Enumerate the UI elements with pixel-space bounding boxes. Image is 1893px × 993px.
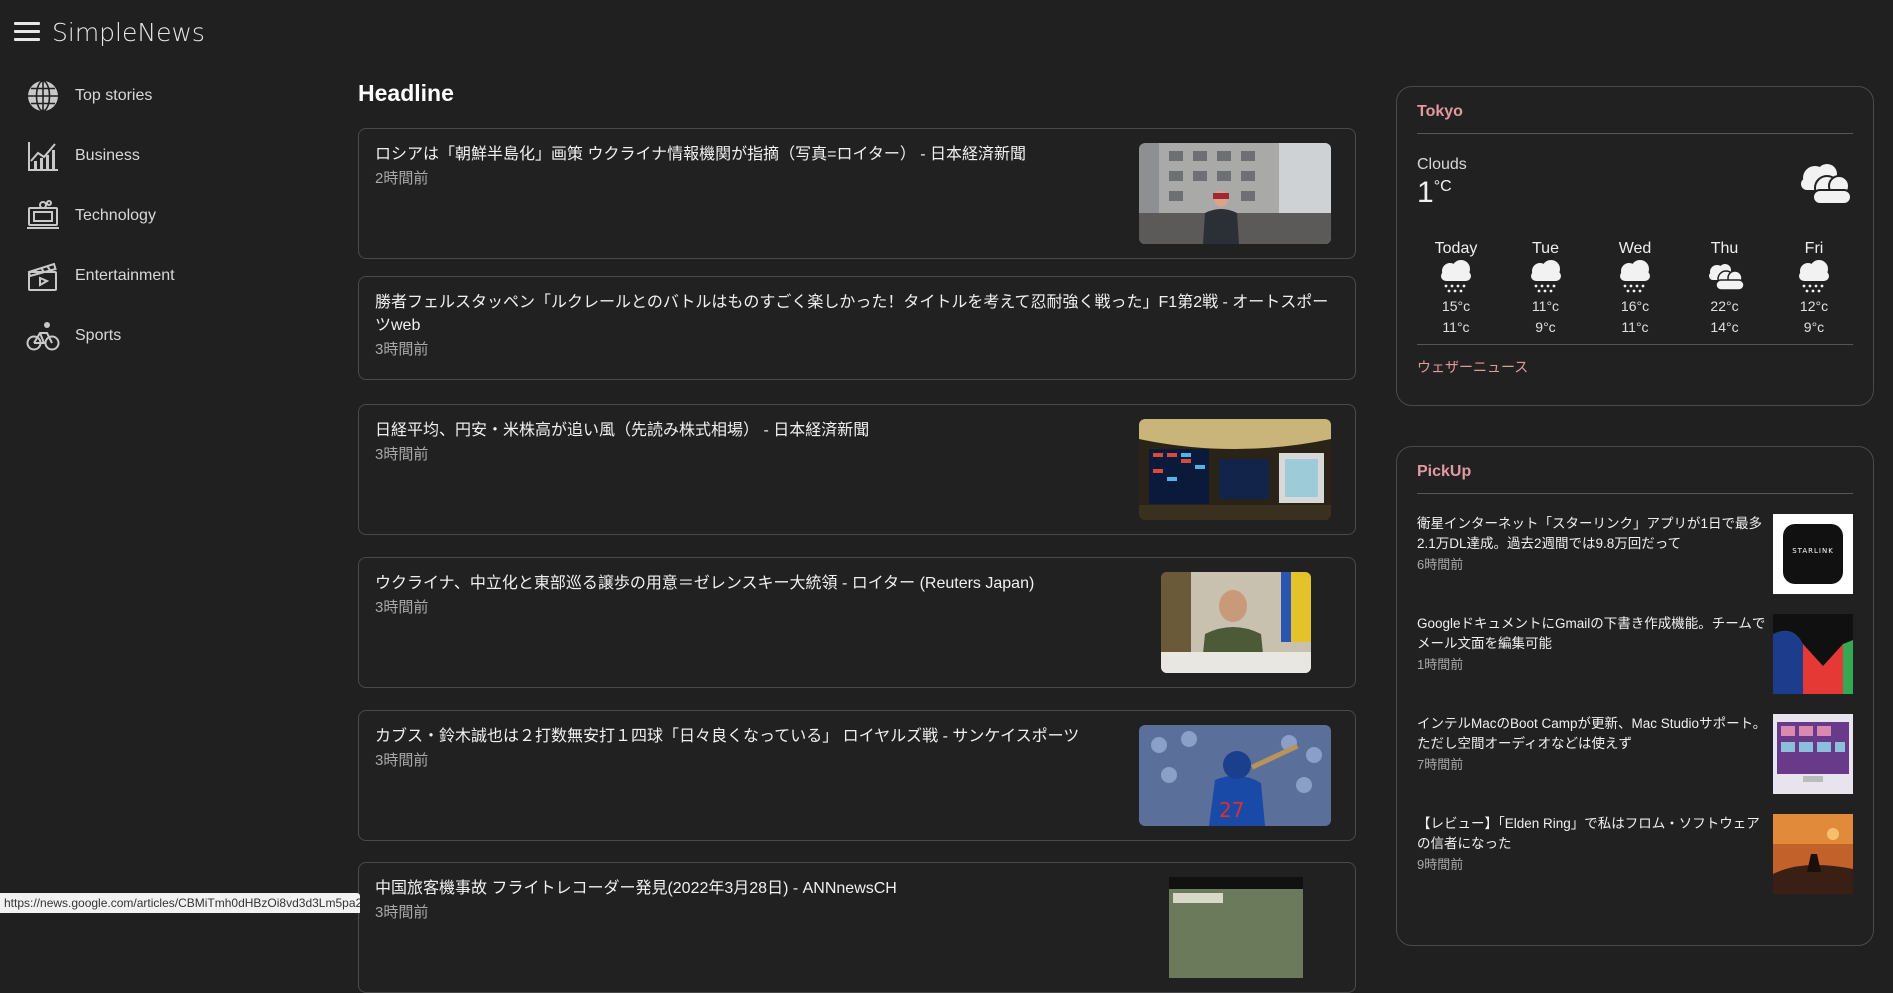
pickup-thumbnail (1773, 814, 1853, 894)
forecast-high: 15°c (1441, 298, 1471, 314)
news-title: 勝者フェルスタッペン「ルクレールとのバトルはものすごく楽しかった！タイトルを考え… (375, 294, 1329, 334)
news-time: 3時間前 (375, 904, 429, 921)
pickup-item-time: 9時間前 (1417, 857, 1464, 872)
news-thumbnail (1139, 143, 1331, 244)
sidebar-item-business[interactable]: Business (0, 126, 330, 186)
snow-icon (1600, 258, 1670, 296)
weather-source-link[interactable]: ウェザーニュース (1417, 344, 1853, 387)
sidebar: Top stories Business Technology Entertai… (0, 66, 330, 366)
news-time: 3時間前 (375, 341, 429, 358)
forecast-low: 11°c (1621, 319, 1649, 335)
weather-forecast: Today 15°c 11°c Tue 11°c 9°c Wed 16°c 11… (1417, 240, 1853, 338)
news-time: 3時間前 (375, 446, 429, 463)
news-thumbnail (1139, 419, 1331, 520)
clouds-icon (1793, 160, 1853, 214)
forecast-day: Tue 11°c 9°c (1511, 240, 1581, 338)
sidebar-item-label: Business (75, 147, 140, 164)
news-title: ウクライナ、中立化と東部巡る譲歩の用意＝ゼレンスキー大統領 - ロイター (Re… (375, 575, 1035, 592)
starlink-logo-text: STARLINK (1792, 547, 1834, 555)
weather-widget: Tokyo Clouds 1°C Today 15°c 11°c Tue 11°… (1396, 86, 1874, 406)
pickup-item-title: GoogleドキュメントにGmailの下書き作成機能。チームでメール文面を編集可… (1417, 616, 1766, 651)
weather-condition: Clouds (1417, 156, 1467, 173)
news-thumbnail: 27 (1139, 725, 1331, 826)
forecast-day-name: Today (1434, 240, 1478, 257)
hamburger-menu-icon[interactable] (14, 22, 40, 44)
news-title: 日経平均、円安・米株高が追い風（先読み株式相場） - 日本経済新聞 (375, 422, 870, 439)
weather-temperature: 1°C (1417, 176, 1452, 209)
news-card[interactable]: 中国旅客機事故 フライトレコーダー発見(2022年3月28日) - ANNnew… (358, 862, 1356, 993)
app-title[interactable]: SimpleNews (52, 18, 205, 47)
pickup-item-title: 【レビュー】「Elden Ring」で私はフロム・ソフトウェアの信者になった (1417, 816, 1760, 851)
forecast-high: 22°c (1710, 298, 1739, 314)
pickup-thumbnail (1773, 714, 1853, 794)
sidebar-item-technology[interactable]: Technology (0, 186, 330, 246)
forecast-high: 16°c (1620, 298, 1650, 314)
forecast-day: Wed 16°c 11°c (1600, 240, 1670, 338)
forecast-day-name: Thu (1710, 240, 1739, 257)
forecast-day-name: Wed (1618, 240, 1652, 257)
pickup-thumbnail: STARLINK (1773, 514, 1853, 594)
forecast-day: Thu 22°c 14°c (1690, 240, 1760, 338)
news-card[interactable]: ロシアは「朝鮮半島化」画策 ウクライナ情報機関が指摘（写真=ロイター） - 日本… (358, 128, 1356, 259)
news-thumbnail (1161, 572, 1311, 673)
forecast-low: 14°c (1710, 319, 1739, 335)
pickup-widget: PickUp 衛星インターネット「スターリンク」アプリが1日で最多2.1万DL達… (1396, 446, 1874, 946)
sidebar-item-label: Top stories (75, 87, 153, 104)
forecast-day-name: Fri (1804, 240, 1824, 257)
pickup-title: PickUp (1417, 447, 1853, 494)
news-time: 3時間前 (375, 599, 429, 616)
pickup-item[interactable]: インテルMacのBoot Campが更新、Mac Studioサポート。ただし空… (1417, 694, 1853, 794)
forecast-high: 12°c (1799, 298, 1829, 314)
news-card[interactable]: カブス・鈴木誠也は２打数無安打１四球「日々良くなっている」 ロイヤルズ戦 - サ… (358, 710, 1356, 841)
page-title: Headline (358, 80, 454, 106)
svg-text:27: 27 (1219, 798, 1244, 822)
pickup-item-title: 衛星インターネット「スターリンク」アプリが1日で最多2.1万DL達成。過去2週間… (1417, 516, 1763, 551)
top-bar: SimpleNews (0, 0, 1893, 66)
sidebar-item-label: Sports (75, 327, 122, 344)
pickup-item[interactable]: 衛星インターネット「スターリンク」アプリが1日で最多2.1万DL達成。過去2週間… (1417, 494, 1853, 594)
news-title: ロシアは「朝鮮半島化」画策 ウクライナ情報機関が指摘（写真=ロイター） - 日本… (375, 146, 1027, 163)
news-thumbnail (1169, 877, 1303, 978)
forecast-day-name: Tue (1532, 240, 1559, 257)
news-card[interactable]: 日経平均、円安・米株高が追い風（先読み株式相場） - 日本経済新聞 3時間前 (358, 404, 1356, 535)
news-time: 3時間前 (375, 752, 429, 769)
news-time: 2時間前 (375, 170, 429, 187)
forecast-day: Fri 12°c 9°c (1779, 240, 1849, 338)
pickup-thumbnail (1773, 614, 1853, 694)
headline-section: Headline ロシアは「朝鮮半島化」画策 ウクライナ情報機関が指摘（写真=ロ… (358, 66, 1358, 993)
news-card[interactable]: ウクライナ、中立化と東部巡る譲歩の用意＝ゼレンスキー大統領 - ロイター (Re… (358, 557, 1356, 688)
clouds-icon (1690, 258, 1760, 296)
pickup-item-time: 7時間前 (1417, 757, 1464, 772)
forecast-low: 11°c (1442, 319, 1470, 335)
snow-icon (1779, 258, 1849, 296)
pickup-item-time: 1時間前 (1417, 657, 1464, 672)
sidebar-item-top-stories[interactable]: Top stories (0, 66, 330, 126)
pickup-item-time: 6時間前 (1417, 557, 1464, 572)
forecast-high: 11°c (1531, 298, 1560, 314)
weather-city: Tokyo (1417, 87, 1853, 134)
snow-icon (1511, 258, 1581, 296)
pickup-item[interactable]: GoogleドキュメントにGmailの下書き作成機能。チームでメール文面を編集可… (1417, 594, 1853, 694)
news-title: カブス・鈴木誠也は２打数無安打１四球「日々良くなっている」 ロイヤルズ戦 - サ… (375, 728, 1080, 745)
sidebar-item-label: Entertainment (75, 267, 175, 284)
sidebar-item-entertainment[interactable]: Entertainment (0, 246, 330, 306)
pickup-item[interactable]: 【レビュー】「Elden Ring」で私はフロム・ソフトウェアの信者になった 9… (1417, 794, 1853, 894)
forecast-day: Today 15°c 11°c (1421, 240, 1491, 338)
clapperboard-icon (26, 259, 60, 293)
forecast-low: 9°c (1535, 319, 1556, 335)
news-title: 中国旅客機事故 フライトレコーダー発見(2022年3月28日) - ANNnew… (375, 880, 897, 897)
news-card[interactable]: 勝者フェルスタッペン「ルクレールとのバトルはものすごく楽しかった！タイトルを考え… (358, 276, 1356, 380)
pickup-item-title: インテルMacのBoot Campが更新、Mac Studioサポート。ただし空… (1417, 716, 1767, 751)
globe-icon (26, 79, 60, 113)
chart-icon (26, 139, 60, 173)
bicycle-icon (26, 319, 60, 353)
snow-icon (1421, 258, 1491, 296)
forecast-low: 9°c (1803, 319, 1825, 335)
sidebar-item-sports[interactable]: Sports (0, 306, 330, 366)
sidebar-item-label: Technology (75, 207, 156, 224)
status-bar-url: https://news.google.com/articles/CBMiTmh… (0, 893, 360, 913)
computer-icon (26, 199, 60, 233)
